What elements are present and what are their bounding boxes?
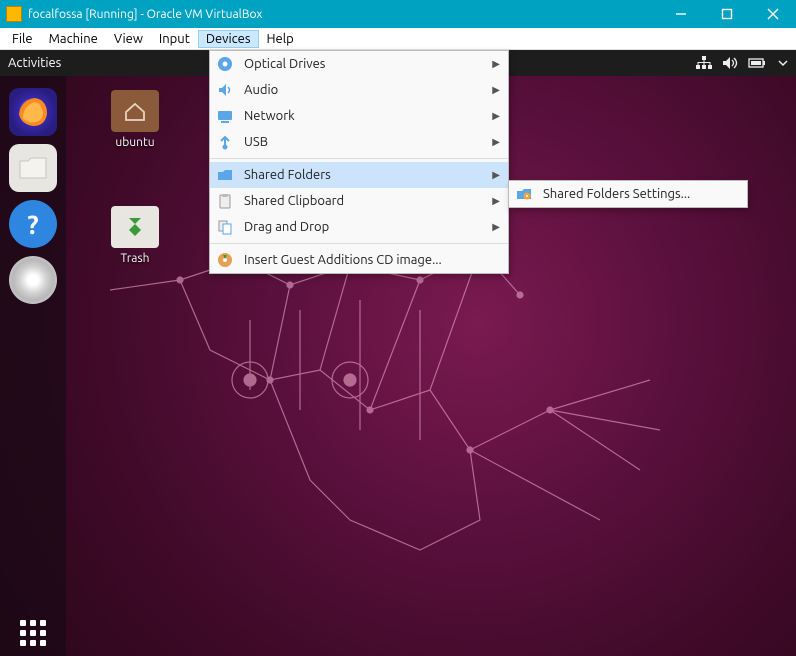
usb-icon [216, 133, 234, 151]
activities-button[interactable]: Activities [8, 56, 61, 70]
devices-dropdown-menu: Optical Drives ▶ Audio ▶ Network ▶ USB ▶… [209, 50, 509, 274]
menu-view[interactable]: View [106, 30, 151, 48]
chevron-right-icon: ▶ [492, 136, 500, 148]
chevron-right-icon: ▶ [492, 195, 500, 207]
menu-item-network[interactable]: Network ▶ [210, 103, 508, 129]
chevron-right-icon: ▶ [492, 169, 500, 181]
menu-devices[interactable]: Devices [198, 30, 259, 48]
minimize-button[interactable] [658, 0, 704, 28]
window-titlebar: focalfossa [Running] - Oracle VM Virtual… [0, 0, 796, 28]
window-title: focalfossa [Running] - Oracle VM Virtual… [28, 8, 658, 21]
desktop-icon-home-label: ubuntu [100, 136, 170, 149]
menu-item-drag-and-drop[interactable]: Drag and Drop ▶ [210, 214, 508, 240]
menu-machine[interactable]: Machine [41, 30, 106, 48]
menu-input[interactable]: Input [151, 30, 198, 48]
desktop-icon-trash[interactable]: Trash [100, 206, 170, 265]
menu-item-usb[interactable]: USB ▶ [210, 129, 508, 155]
desktop-icon-trash-label: Trash [100, 252, 170, 265]
maximize-button[interactable] [704, 0, 750, 28]
files-launcher[interactable] [9, 144, 57, 192]
chevron-right-icon: ▶ [492, 110, 500, 122]
help-icon: ? [27, 210, 38, 239]
system-menu-chevron-icon[interactable] [778, 58, 788, 68]
menu-item-audio[interactable]: Audio ▶ [210, 77, 508, 103]
battery-tray-icon[interactable] [748, 56, 768, 70]
insert-disc-icon [216, 251, 234, 269]
menu-item-insert-guest-additions[interactable]: Insert Guest Additions CD image... [210, 247, 508, 273]
close-button[interactable] [750, 0, 796, 28]
settings-folder-icon [515, 185, 533, 203]
shared-folders-submenu: Shared Folders Settings... [508, 180, 748, 208]
dragdrop-icon [216, 218, 234, 236]
menu-item-optical-drives[interactable]: Optical Drives ▶ [210, 51, 508, 77]
menu-help[interactable]: Help [259, 30, 302, 48]
chevron-right-icon: ▶ [492, 58, 500, 70]
network-tray-icon[interactable] [696, 56, 712, 70]
trash-icon [124, 216, 146, 238]
gnome-dock: ? [0, 76, 66, 656]
audio-icon [216, 81, 234, 99]
virtualbox-menubar: File Machine View Input Devices Help [0, 28, 796, 50]
menu-item-shared-folders[interactable]: Shared Folders ▶ [210, 162, 508, 188]
desktop-icon-home[interactable]: ubuntu [100, 90, 170, 149]
disc-launcher[interactable] [9, 256, 57, 304]
menu-item-shared-clipboard[interactable]: Shared Clipboard ▶ [210, 188, 508, 214]
firefox-launcher[interactable] [9, 88, 57, 136]
chevron-right-icon: ▶ [492, 84, 500, 96]
volume-tray-icon[interactable] [722, 56, 738, 70]
disc-icon [216, 55, 234, 73]
network-icon [216, 107, 234, 125]
home-folder-icon [123, 100, 147, 122]
show-applications-button[interactable] [20, 620, 46, 646]
menu-item-shared-folders-settings[interactable]: Shared Folders Settings... [509, 181, 747, 207]
folder-icon [216, 166, 234, 184]
chevron-right-icon: ▶ [492, 221, 500, 233]
clipboard-icon [216, 192, 234, 210]
virtualbox-app-icon [6, 6, 22, 22]
help-launcher[interactable]: ? [9, 200, 57, 248]
menu-file[interactable]: File [4, 30, 41, 48]
